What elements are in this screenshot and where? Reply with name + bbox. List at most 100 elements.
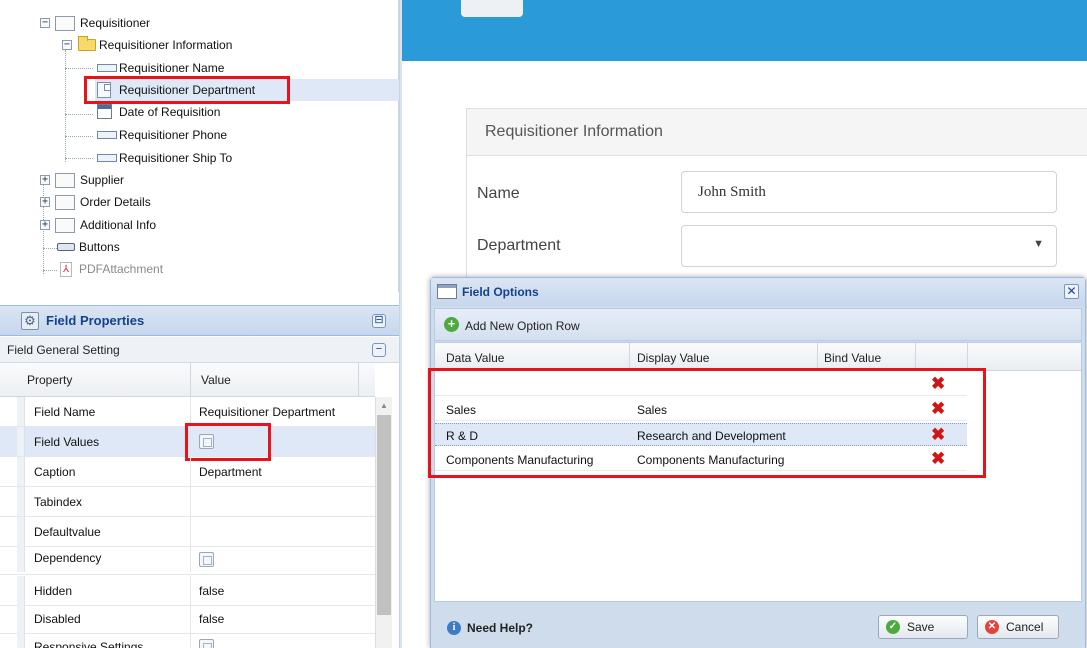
property-row[interactable]: Caption Department (0, 457, 375, 487)
tree-node-label: Additional Info (80, 218, 157, 232)
save-button-label: Save (907, 620, 935, 634)
section-header[interactable]: Field General Setting − (0, 337, 399, 363)
highlight-box (428, 368, 986, 478)
field-properties-panel: ⚙ Field Properties ⊟ Field General Setti… (0, 305, 399, 648)
name-label: Name (477, 185, 520, 202)
tree-node-supplier[interactable]: + Supplier (40, 169, 240, 191)
tree-node-pdfattachment[interactable]: ⅄ PDFAttachment (57, 258, 257, 280)
property-value[interactable]: Requisitioner Department (199, 405, 335, 419)
highlight-box (185, 423, 271, 461)
collapse-icon[interactable]: − (40, 18, 50, 28)
section-title: Field General Setting (7, 343, 120, 357)
form-header-bar (402, 0, 1087, 61)
tree-node-requisitioner[interactable]: − Requisitioner (40, 12, 340, 34)
cancel-button-label: Cancel (1006, 620, 1044, 634)
add-option-row-button[interactable]: + Add New Option Row (435, 309, 610, 340)
property-name: Field Name (34, 405, 96, 419)
property-name: Hidden (34, 584, 73, 598)
pdf-icon: ⅄ (60, 262, 72, 277)
property-row[interactable]: Dependency (0, 543, 375, 575)
designer-window: { "tree": { "nodes": [ {"label": "Requis… (0, 0, 1087, 648)
property-row[interactable]: Tabindex (0, 487, 375, 517)
add-icon: + (444, 317, 459, 332)
text-field-icon (97, 64, 117, 72)
save-button[interactable]: ✓ Save (878, 615, 968, 639)
tree-node-label: Order Details (80, 195, 151, 209)
property-name: Dependency (34, 551, 102, 565)
need-help-link[interactable]: Need Help? (467, 621, 533, 635)
property-name: Disabled (34, 612, 81, 626)
page-icon (55, 195, 75, 210)
tree-node-label: Supplier (80, 173, 125, 187)
property-value[interactable]: false (199, 612, 224, 626)
tree-node-label: PDFAttachment (79, 262, 164, 276)
dialog-title: Field Options (462, 285, 539, 299)
tree-node-label: Date of Requisition (119, 105, 221, 119)
highlight-box (84, 76, 290, 104)
panel-title: Field Properties (46, 313, 145, 328)
card-title: Requisitioner Information (485, 123, 663, 140)
calendar-icon (97, 104, 112, 119)
column-header-data-value[interactable]: Data Value (446, 351, 504, 365)
tree-node-label: Buttons (79, 240, 120, 254)
column-header-property[interactable]: Property (27, 373, 72, 387)
property-name: Caption (34, 465, 76, 479)
property-value[interactable]: Department (199, 465, 262, 479)
name-input-value: John Smith (698, 184, 766, 200)
tree-node-label: Requisitioner (80, 16, 151, 30)
tree-node-label: Requisitioner Information (99, 38, 233, 52)
tree-node-buttons[interactable]: Buttons (57, 236, 257, 258)
vertical-scrollbar[interactable]: ▲ (375, 397, 392, 648)
expand-icon[interactable]: + (40, 220, 50, 230)
dialog-header[interactable]: Field Options ✕ (431, 278, 1085, 306)
edit-icon[interactable] (199, 639, 214, 648)
folder-icon (78, 36, 96, 51)
dialog-footer: i Need Help? ✓ Save ✕ Cancel (431, 605, 1085, 648)
field-properties-header: ⚙ Field Properties ⊟ (0, 306, 399, 336)
page-icon (55, 16, 75, 31)
scroll-up-icon[interactable]: ▲ (380, 401, 388, 410)
tree-node-date-of-requisition[interactable]: Date of Requisition (97, 101, 297, 123)
property-name: Field Values (34, 435, 100, 449)
collapse-icon[interactable]: − (62, 40, 72, 50)
page-icon (55, 173, 75, 188)
text-field-icon (97, 154, 117, 162)
chevron-down-icon: ▼ (1033, 238, 1044, 250)
pin-icon[interactable]: ⊟ (372, 314, 386, 328)
property-row[interactable]: Responsive Settings (0, 632, 375, 648)
scrollbar-thumb[interactable] (377, 415, 391, 615)
expand-icon[interactable]: + (40, 175, 50, 185)
expand-icon[interactable]: + (40, 197, 50, 207)
window-icon (437, 284, 457, 299)
checkmark-icon: ✓ (886, 620, 900, 634)
property-name: Defaultvalue (34, 525, 101, 539)
property-row[interactable]: Hidden false (0, 576, 375, 606)
property-row[interactable]: Disabled false (0, 604, 375, 634)
cancel-button[interactable]: ✕ Cancel (977, 615, 1059, 639)
column-header-display-value[interactable]: Display Value (637, 351, 709, 365)
options-grid-header: Data Value Display Value Bind Value (435, 343, 1081, 371)
property-grid-header: Property Value (0, 363, 375, 397)
column-header-value[interactable]: Value (201, 373, 231, 387)
tree-node-requisitioner-information[interactable]: − Requisitioner Information (62, 34, 362, 56)
property-value[interactable]: false (199, 584, 224, 598)
property-name: Responsive Settings (34, 640, 144, 648)
close-icon[interactable]: ✕ (1064, 284, 1079, 299)
add-option-row-label: Add New Option Row (465, 319, 580, 333)
column-header-bind-value[interactable]: Bind Value (824, 351, 881, 365)
tree-node-additional-info[interactable]: + Additional Info (40, 214, 240, 236)
header-tab[interactable] (461, 0, 523, 17)
page-icon (55, 218, 75, 233)
tree-node-order-details[interactable]: + Order Details (40, 191, 240, 213)
name-input[interactable]: John Smith (681, 171, 1057, 213)
button-icon (57, 243, 75, 251)
info-icon[interactable]: i (447, 621, 461, 635)
edit-icon[interactable] (199, 552, 214, 567)
tree-node-requisitioner-phone[interactable]: Requisitioner Phone (97, 124, 297, 146)
department-select[interactable]: ▼ (681, 225, 1057, 267)
collapse-icon[interactable]: − (372, 343, 386, 357)
tree-node-label: Requisitioner Phone (119, 128, 228, 142)
cancel-icon: ✕ (985, 620, 999, 634)
tree-node-requisitioner-ship-to[interactable]: Requisitioner Ship To (97, 147, 297, 169)
property-name: Tabindex (34, 495, 83, 509)
